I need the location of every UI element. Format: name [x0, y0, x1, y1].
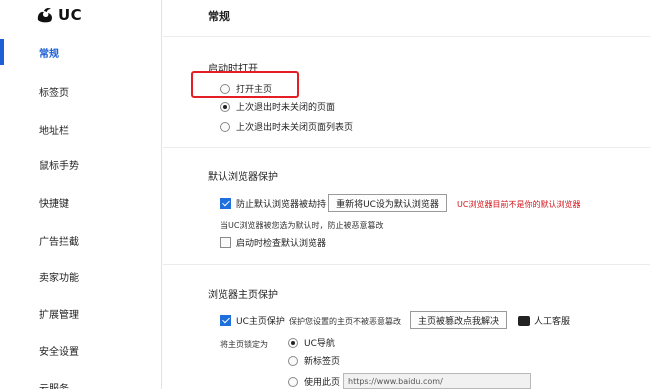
checkbox[interactable] [220, 237, 231, 248]
sidebar-item-label: 地址栏 [39, 125, 69, 137]
lock-option-use-this-page[interactable]: 使用此页 [288, 375, 340, 388]
radio-label: UC导航 [304, 339, 335, 349]
sidebar-item-tabs[interactable]: 标签页 [0, 77, 161, 105]
set-default-browser-button[interactable]: 重新将UC设为默认浏览器 [328, 194, 447, 212]
lock-homepage-label: 将主页锁定为 [220, 340, 268, 349]
radio-button[interactable] [288, 376, 298, 387]
sidebar-item-security[interactable]: 安全设置 [0, 336, 161, 364]
radio-label: 上次退出时未关闭的页面 [236, 103, 336, 113]
chat-icon [518, 311, 530, 326]
prevent-hijack-checkbox-row[interactable]: 防止默认浏览器被劫持 [220, 197, 326, 210]
section-divider [163, 147, 650, 148]
sidebar-item-cloud[interactable]: 云服务 [0, 373, 161, 389]
sidebar-item-label: 鼠标手势 [39, 160, 79, 172]
sidebar-item-label: 安全设置 [39, 346, 79, 358]
sidebar-item-general[interactable]: 常规 [0, 38, 161, 66]
annotation-highlight-box [191, 71, 299, 98]
human-support-link[interactable]: 人工客服 [518, 311, 571, 327]
default-browser-section-title: 默认浏览器保护 [208, 172, 278, 183]
default-browser-note: 当UC浏览器被您选为默认时，防止被恶意篡改 [220, 221, 384, 230]
startup-option-last-session-list[interactable]: 上次退出时未关闭页面列表页 [220, 120, 353, 133]
sidebar-item-label: 快捷键 [39, 198, 69, 210]
sidebar-item-address-bar[interactable]: 地址栏 [0, 115, 161, 143]
radio-label: 使用此页 [304, 378, 341, 388]
section-divider [163, 36, 650, 37]
checkbox-label: UC主页保护 [236, 317, 285, 327]
radio-button[interactable] [220, 121, 230, 132]
sidebar-item-seller-features[interactable]: 卖家功能 [0, 262, 161, 290]
settings-main: 常规 启动时打开 打开主页 上次退出时未关闭的页面 上次退出时未关闭页面列表页 … [163, 0, 650, 389]
uc-squirrel-icon [37, 7, 52, 23]
homepage-url-input[interactable] [343, 373, 531, 389]
checkbox[interactable] [220, 315, 231, 326]
checkbox-label: 防止默认浏览器被劫持 [236, 200, 327, 210]
sidebar-item-label: 广告拦截 [39, 236, 79, 248]
sidebar-item-shortcuts[interactable]: 快捷键 [0, 188, 161, 216]
default-browser-warning: UC浏览器目前不是你的默认浏览器 [457, 200, 581, 209]
radio-label: 新标签页 [304, 357, 341, 367]
sidebar-item-label: 标签页 [39, 87, 69, 99]
lock-option-new-tab[interactable]: 新标签页 [288, 354, 340, 367]
radio-button[interactable] [288, 355, 298, 366]
section-divider [163, 264, 650, 265]
checkbox-label: 启动时检查默认浏览器 [236, 239, 327, 249]
homepage-protect-checkbox-row[interactable]: UC主页保护 [220, 314, 285, 327]
sidebar-item-label: 扩展管理 [39, 309, 79, 321]
homepage-protect-description: 保护您设置的主页不被恶意篡改 [289, 317, 401, 326]
sidebar-item-label: 常规 [39, 48, 59, 60]
homepage-section-title: 浏览器主页保护 [208, 290, 278, 301]
brand-logo: UC [35, 5, 82, 25]
lock-option-uc-nav[interactable]: UC导航 [288, 336, 335, 349]
check-on-start-checkbox-row[interactable]: 启动时检查默认浏览器 [220, 236, 326, 249]
radio-label: 上次退出时未关闭页面列表页 [236, 123, 354, 133]
checkbox[interactable] [220, 198, 231, 209]
startup-option-last-session[interactable]: 上次退出时未关闭的页面 [220, 100, 335, 113]
sidebar-item-mouse-gestures[interactable]: 鼠标手势 [0, 150, 161, 178]
sidebar-item-ad-block[interactable]: 广告拦截 [0, 226, 161, 254]
page-title: 常规 [208, 10, 230, 23]
sidebar-item-label: 卖家功能 [39, 272, 79, 284]
sidebar-item-label: 云服务 [39, 383, 69, 389]
support-label: 人工客服 [534, 317, 571, 327]
radio-button[interactable] [220, 101, 230, 112]
homepage-fix-button[interactable]: 主页被篡改点我解决 [410, 311, 507, 329]
brand-name: UC [58, 6, 83, 24]
radio-button[interactable] [288, 337, 298, 348]
sidebar-item-extensions[interactable]: 扩展管理 [0, 299, 161, 327]
settings-sidebar: UC 常规 标签页 地址栏 鼠标手势 快捷键 广告拦截 卖家功能 扩展管理 安全… [0, 0, 162, 389]
